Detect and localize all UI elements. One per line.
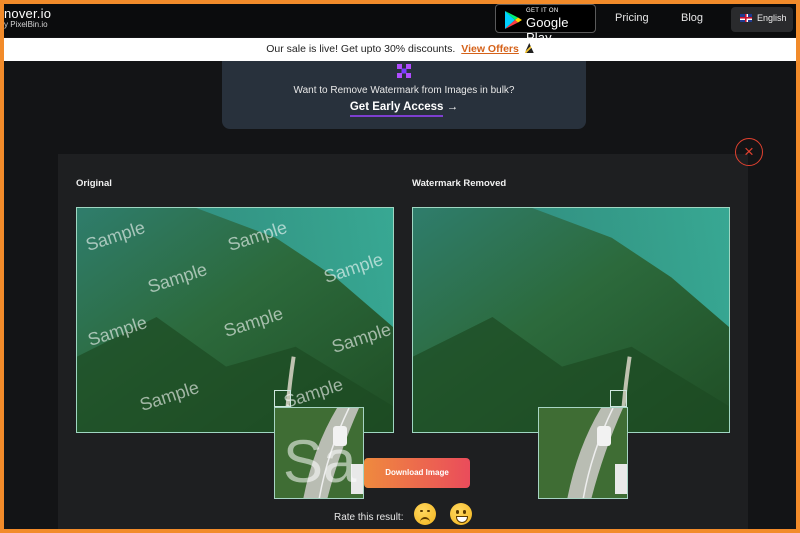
- download-image-button[interactable]: Download Image: [364, 458, 470, 488]
- bulk-promo-question: Want to Remove Watermark from Images in …: [293, 85, 515, 96]
- pixelbin-logo-icon: [397, 64, 411, 78]
- forest-photo: [413, 208, 729, 432]
- uk-flag-icon: [740, 14, 752, 22]
- rate-result-label: Rate this result:: [334, 512, 404, 523]
- watermark-removed-title: Watermark Removed: [412, 178, 507, 189]
- nav-blog[interactable]: Blog: [681, 12, 703, 24]
- sale-banner: Our sale is live! Get upto 30% discounts…: [4, 38, 796, 61]
- brand-byline: y PixelBin.io: [4, 20, 48, 29]
- arrow-right-icon: →: [446, 101, 459, 113]
- zoom-preview-removed: [538, 407, 628, 499]
- happy-face-icon[interactable]: [450, 503, 472, 525]
- zoomed-watermark-text: Sa: [283, 428, 357, 495]
- app-frame: nover.io y PixelBin.io GET IT ON Google …: [4, 4, 796, 529]
- get-early-access-link[interactable]: Get Early Access →: [222, 101, 586, 117]
- google-play-button[interactable]: GET IT ON Google Play: [495, 4, 596, 45]
- watermark-removed-image: [412, 207, 730, 433]
- top-navbar: nover.io y PixelBin.io GET IT ON Google …: [4, 4, 796, 45]
- close-button[interactable]: ×: [735, 138, 763, 166]
- zoom-selector-original[interactable]: [274, 390, 291, 407]
- sale-text: Our sale is live! Get upto 30% discounts…: [266, 43, 456, 55]
- language-selector[interactable]: English: [731, 7, 793, 32]
- original-image: Sample Sample Sample Sample Sample Sampl…: [76, 207, 394, 433]
- party-hat-icon: [524, 43, 534, 53]
- get-early-access-label: Get Early Access: [349, 101, 444, 117]
- zoomed-road-photo: [539, 408, 627, 498]
- brand-name: nover.io: [4, 6, 52, 21]
- google-play-icon: [505, 11, 522, 29]
- language-label: English: [757, 13, 787, 23]
- zoom-preview-original: Sa: [274, 407, 364, 499]
- view-offers-link[interactable]: View Offers: [461, 43, 519, 55]
- original-title: Original: [76, 178, 112, 189]
- google-play-small-label: GET IT ON: [526, 8, 559, 14]
- zoom-selector-removed[interactable]: [610, 390, 627, 407]
- brand-logo[interactable]: nover.io y PixelBin.io: [4, 7, 51, 30]
- sad-face-icon[interactable]: [414, 503, 436, 525]
- bulk-promo-card: Want to Remove Watermark from Images in …: [222, 61, 586, 129]
- nav-pricing[interactable]: Pricing: [615, 12, 649, 24]
